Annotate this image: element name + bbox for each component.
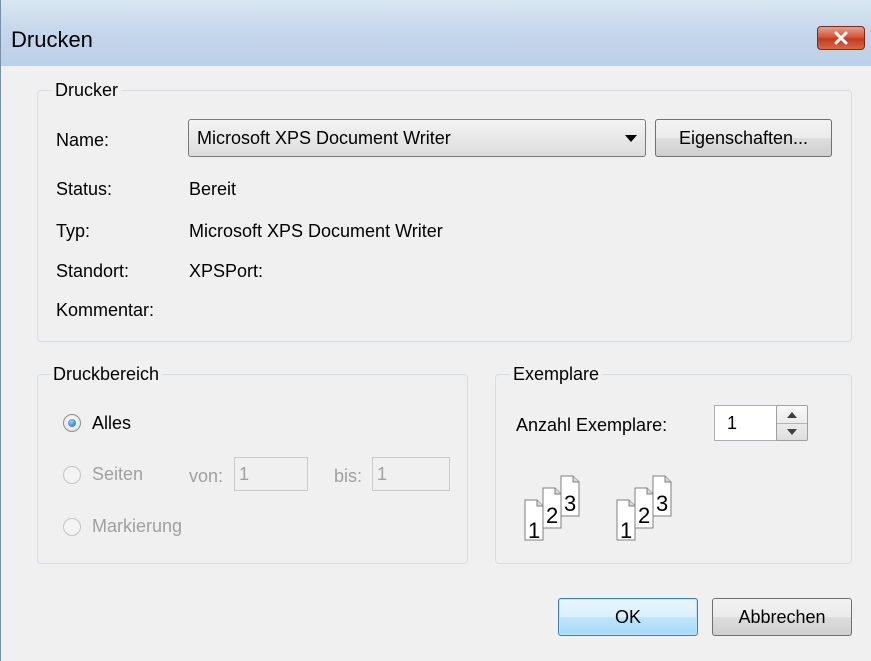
- copies-count-value: 1: [727, 413, 738, 433]
- close-icon: [834, 31, 848, 45]
- title-bar[interactable]: Drucken: [1, 0, 871, 66]
- close-button[interactable]: [817, 26, 865, 50]
- print-range-legend: Druckbereich: [50, 363, 163, 385]
- collate-page-3b: 3: [656, 491, 668, 516]
- collate-page-1b: 1: [620, 518, 632, 543]
- radio-pages[interactable]: [63, 466, 81, 484]
- spin-down-button[interactable]: [777, 423, 807, 440]
- copies-count-label: Anzahl Exemplare:: [516, 415, 668, 435]
- radio-selection-label[interactable]: Markierung: [92, 515, 182, 537]
- collate-page-2: 2: [546, 503, 558, 528]
- cancel-button[interactable]: Abbrechen: [712, 598, 852, 636]
- comment-label: Kommentar:: [56, 300, 155, 320]
- arrow-up-icon: [787, 411, 797, 418]
- to-page-input[interactable]: [372, 457, 450, 491]
- radio-all-label[interactable]: Alles: [92, 412, 131, 434]
- location-label: Standort:: [56, 261, 130, 281]
- from-label: von:: [189, 466, 224, 486]
- collate-page-2b: 2: [638, 503, 650, 528]
- printer-name-label: Name:: [56, 130, 110, 150]
- collate-set-1: 1 2 3: [524, 475, 580, 543]
- printer-select[interactable]: Microsoft XPS Document Writer: [188, 119, 646, 157]
- type-value: Microsoft XPS Document Writer: [189, 221, 443, 241]
- arrow-down-icon: [787, 428, 797, 435]
- radio-pages-label[interactable]: Seiten: [92, 463, 143, 485]
- ok-button[interactable]: OK: [558, 598, 698, 636]
- copies-legend: Exemplare: [510, 363, 603, 385]
- location-value: XPSPort:: [189, 261, 264, 281]
- radio-selection[interactable]: [63, 518, 81, 536]
- type-label: Typ:: [56, 221, 91, 241]
- print-dialog: Drucken Drucker Name: Microsoft XPS Docu…: [0, 0, 871, 661]
- chevron-down-icon[interactable]: [625, 135, 637, 142]
- copies-spinner[interactable]: [776, 405, 808, 441]
- collate-page-3: 3: [564, 491, 576, 516]
- status-label: Status:: [56, 179, 113, 199]
- printer-select-value: Microsoft XPS Document Writer: [197, 128, 451, 148]
- status-value: Bereit: [189, 179, 237, 199]
- properties-button[interactable]: Eigenschaften...: [655, 119, 832, 157]
- collate-page-1: 1: [528, 518, 540, 543]
- radio-all[interactable]: [63, 414, 81, 432]
- to-label: bis:: [334, 466, 363, 486]
- collate-pages-icon: 1 2 3 1 2 3: [524, 475, 672, 543]
- printer-group-legend: Drucker: [52, 79, 122, 101]
- dialog-title: Drucken: [11, 27, 93, 52]
- collate-set-2: 1 2 3: [616, 475, 672, 543]
- from-page-input[interactable]: [234, 457, 308, 491]
- spin-up-button[interactable]: [777, 406, 807, 424]
